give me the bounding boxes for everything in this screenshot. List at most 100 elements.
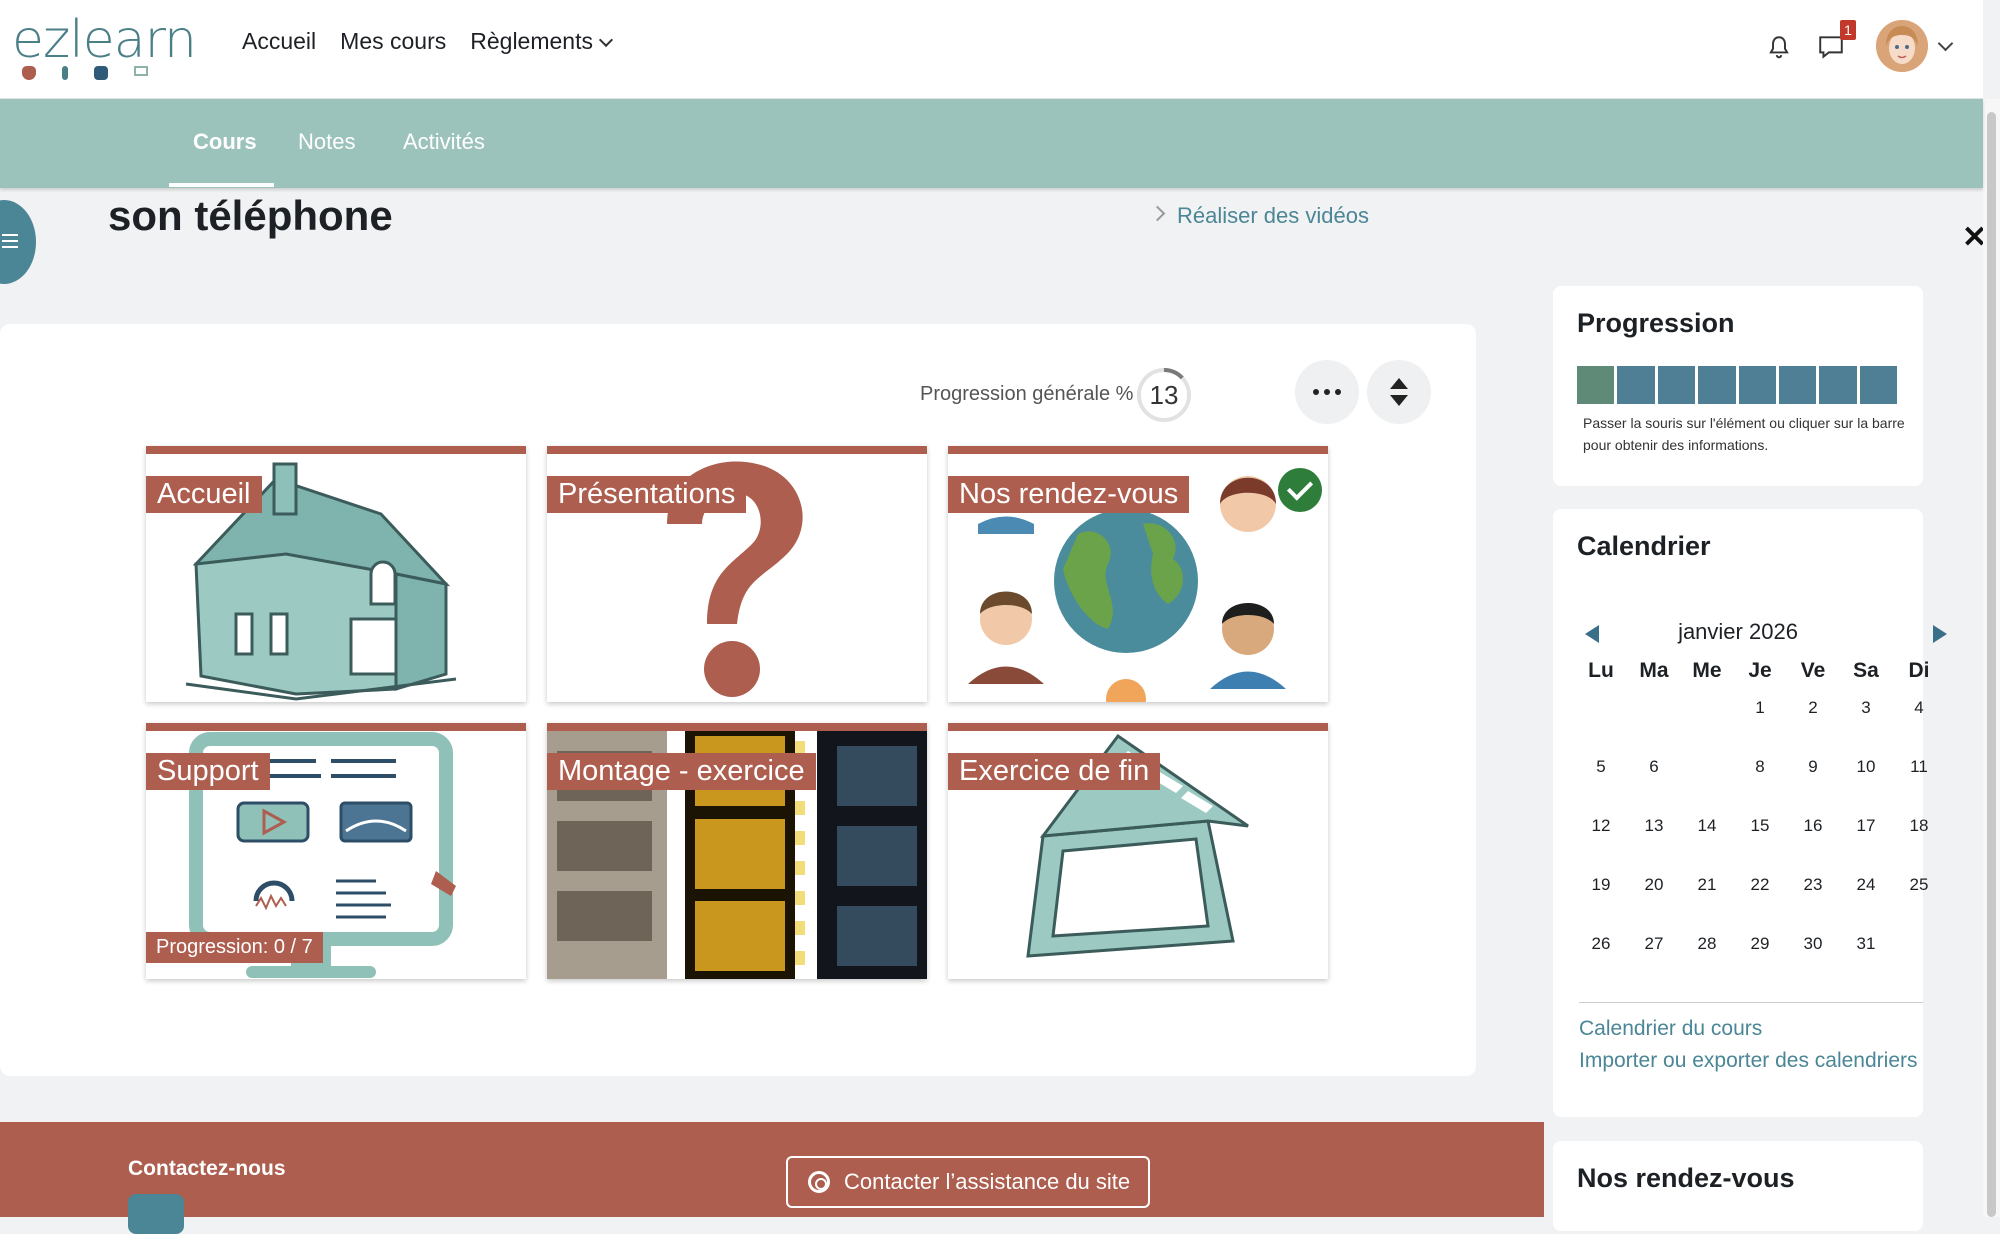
tile-exercice-de-fin[interactable]: Exercice de fin [948,723,1328,979]
calendar-weekday: Sa [1853,659,1879,682]
calendar-day[interactable]: 2 [1789,687,1837,729]
calendar-day[interactable]: 11 [1895,746,1943,788]
hand-icon [22,66,36,80]
camera-icon [94,66,108,80]
menu-icon [2,234,18,248]
more-dots-icon [1313,389,1341,395]
calendar-day[interactable]: 20 [1630,864,1678,906]
calendar-day[interactable]: 8 [1736,746,1784,788]
tile-nos-rendez-vous-label: Nos rendez-vous [948,476,1190,513]
calendar-day[interactable]: 3 [1842,687,1890,729]
tab-activites[interactable]: Activités [403,129,485,155]
logo-icons [22,66,182,88]
breadcrumb-current[interactable]: Réaliser des vidéos [1177,203,1369,229]
active-tab-indicator [169,183,274,187]
course-index-toggle[interactable] [0,200,36,284]
page-footer: Contactez-nous Contacter l’assistance du… [0,1122,1544,1234]
calendar-day[interactable]: 28 [1683,923,1731,965]
primary-nav: Accueil Mes cours Règlements [242,28,614,55]
overall-progress-label: Progression générale % [920,383,1134,405]
tile-support[interactable]: Support Progression: 0 / 7 [146,723,526,979]
progression-bar[interactable] [1577,366,1897,404]
calendar-day[interactable]: 31 [1842,923,1890,965]
calendar-day[interactable]: 6 [1630,746,1678,788]
calendar-day[interactable]: 4 [1895,687,1943,729]
breadcrumb-chevron-icon [1149,205,1166,222]
calendar-weekday: Di [1908,659,1930,682]
calendar-day[interactable]: 24 [1842,864,1890,906]
chevron-down-icon [598,32,614,48]
tile-montage-exercice[interactable]: Montage - exercice [547,723,927,979]
calendar-next-icon[interactable] [1933,625,1947,643]
calendar-day[interactable]: 21 [1683,864,1731,906]
calendar-day[interactable]: 17 [1842,805,1890,847]
tile-accueil-label: Accueil [146,476,262,513]
user-avatar[interactable] [1876,20,1928,72]
nav-reglements-label: Règlements [470,28,593,54]
calendar-day[interactable]: 15 [1736,805,1784,847]
calendar-day[interactable]: 22 [1736,864,1784,906]
tile-accueil[interactable]: Accueil [146,446,526,702]
contact-support-button[interactable]: Contacter l’assistance du site [786,1156,1150,1208]
site-logo[interactable]: ezlearn [12,10,197,88]
nav-accueil[interactable]: Accueil [242,28,316,55]
calendar-day[interactable]: 13 [1630,805,1678,847]
progression-help-text: Passer la souris sur l'élément ou clique… [1583,415,1905,453]
block-nos-rendez-vous: Nos rendez-vous [1553,1141,1923,1231]
collapse-expand-button[interactable] [1367,360,1431,424]
tile-support-label: Support [146,753,270,790]
calendar-day[interactable]: 9 [1789,746,1837,788]
calendar-title: Calendrier [1577,531,1711,561]
message-count-badge: 1 [1840,20,1856,40]
top-navbar: ezlearn Accueil Mes cours Règlements 1 [0,0,1983,99]
tab-cours[interactable]: Cours [193,129,257,155]
calendar-day[interactable]: 25 [1895,864,1943,906]
nav-reglements[interactable]: Règlements [470,28,614,55]
page-title: son téléphone [108,192,393,239]
calendar-day[interactable]: 10 [1842,746,1890,788]
calendar-course-link[interactable]: Calendrier du cours [1579,1017,1762,1041]
calendar-day[interactable]: 5 [1577,746,1625,788]
calendar-weekday: Lu [1588,659,1614,682]
overall-progress-value: 13 [1149,380,1179,410]
tab-notes[interactable]: Notes [298,129,355,155]
calendar-divider [1579,1002,1923,1003]
user-menu-chevron-icon[interactable] [1937,35,1954,52]
tile-nos-rendez-vous[interactable]: Nos rendez-vous [948,446,1328,702]
calendar-day[interactable]: 18 [1895,805,1943,847]
contact-support-label: Contacter l’assistance du site [844,1169,1131,1194]
calendar-day[interactable]: 23 [1789,864,1837,906]
microphone-icon [62,66,68,80]
monitor-icon [134,66,148,76]
block-calendar: Calendrier janvier 2026 Lu Ma Me Je Ve Sa Di 1 2… [1553,509,1947,1117]
calendar-day[interactable]: 12 [1577,805,1625,847]
calendar-day[interactable]: 30 [1789,923,1837,965]
calendar-import-export-link[interactable]: Importer ou exporter des calendriers [1579,1049,1918,1073]
tile-presentations-label: Présentations [547,476,747,513]
nav-mes-cours[interactable]: Mes cours [340,28,446,55]
tile-exercice-de-fin-label: Exercice de fin [948,753,1161,790]
tile-presentations[interactable]: Présentations [547,446,927,702]
footer-contact-title: Contactez-nous [128,1157,286,1180]
calendar-day[interactable]: 1 [1736,687,1784,729]
footer-info-icon[interactable] [128,1194,184,1234]
page-scrollbar-thumb[interactable] [1987,112,1996,1217]
calendar-weekday: Ve [1800,659,1826,682]
sort-updown-icon [1390,378,1408,406]
calendar-day[interactable]: 14 [1683,805,1731,847]
course-secondary-nav: Cours Notes Activités [0,99,1983,188]
calendar-weekday: Ma [1639,659,1669,682]
calendar-day[interactable]: 16 [1789,805,1837,847]
calendar-day[interactable]: 29 [1736,923,1784,965]
tile-montage-exercice-label: Montage - exercice [547,753,816,790]
calendar-day-today[interactable]: 7 [1683,746,1731,788]
block-progression: Progression Passer la souris sur l'éléme… [1553,286,1923,486]
more-options-button[interactable] [1295,360,1359,424]
calendar-weekday: Me [1692,659,1722,682]
calendar-weekday: Je [1748,659,1772,682]
bell-icon[interactable] [1766,34,1792,60]
calendar-day[interactable]: 26 [1577,923,1625,965]
calendar-day[interactable]: 27 [1630,923,1678,965]
calendar-day[interactable]: 19 [1577,864,1625,906]
logo-text: ezlearn [12,10,197,70]
